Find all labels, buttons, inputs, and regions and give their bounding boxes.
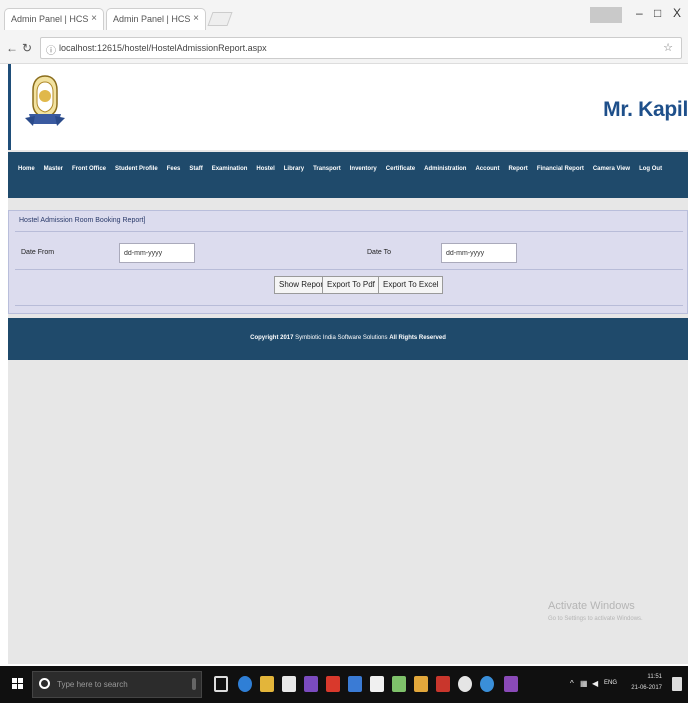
new-tab-button[interactable] bbox=[207, 12, 233, 26]
menu-item-camera-view[interactable]: Camera View bbox=[593, 166, 630, 172]
menu-item-transport[interactable]: Transport bbox=[313, 166, 341, 172]
rights-text: All Rights Reserved bbox=[389, 335, 446, 341]
report-title: Hostel Admission Room Booking Report] bbox=[19, 217, 146, 224]
report-panel: Hostel Admission Room Booking Report] Da… bbox=[8, 210, 688, 314]
main-menu: Home Master Front Office Student Profile Fee… bbox=[8, 152, 688, 198]
divider bbox=[15, 305, 683, 306]
export-pdf-button[interactable]: Export To Pdf bbox=[322, 276, 380, 294]
school-crest-logo bbox=[25, 75, 65, 126]
windows-start-icon[interactable] bbox=[12, 678, 24, 690]
tab-title: Admin Panel | HCS bbox=[11, 14, 89, 24]
action-center-icon[interactable] bbox=[672, 677, 682, 691]
url-field[interactable]: ⓘ localhost:12615/hostel/HostelAdmission… bbox=[40, 37, 682, 59]
maximize-button[interactable]: □ bbox=[654, 6, 661, 20]
divider bbox=[15, 231, 683, 232]
app-red2-icon[interactable] bbox=[436, 676, 450, 692]
divider bbox=[15, 269, 683, 270]
edge-browser-icon[interactable] bbox=[238, 676, 252, 692]
menu-item-home[interactable]: Home bbox=[18, 166, 35, 172]
menu-item-financial-report[interactable]: Financial Report bbox=[537, 166, 584, 172]
volume-icon[interactable]: ◀ bbox=[592, 679, 598, 688]
site-header: Mr. Kapil bbox=[8, 64, 688, 150]
app-purple-icon[interactable] bbox=[504, 676, 518, 692]
close-tab-icon[interactable]: × bbox=[193, 13, 199, 24]
clock-date: 21-06-2017 bbox=[631, 685, 662, 691]
profile-badge[interactable] bbox=[590, 7, 622, 23]
menu-item-library[interactable]: Library bbox=[284, 166, 304, 172]
network-icon[interactable]: ▦ bbox=[580, 679, 588, 688]
tab-title: Admin Panel | HCS bbox=[113, 14, 191, 24]
clock[interactable]: 11:51 21-06-2017 bbox=[631, 672, 662, 694]
app-green-icon[interactable] bbox=[392, 676, 406, 692]
menu-item-report[interactable]: Report bbox=[508, 166, 527, 172]
menu-items: Home Master Front Office Student Profile Fee… bbox=[18, 166, 662, 172]
back-icon[interactable]: ← bbox=[6, 41, 18, 55]
url-text: localhost:12615/hostel/HostelAdmissionRe… bbox=[59, 43, 267, 53]
date-to-label: Date To bbox=[367, 249, 391, 256]
menu-item-staff[interactable]: Staff bbox=[189, 166, 202, 172]
date-from-input[interactable] bbox=[119, 243, 195, 263]
browser-tab-2[interactable]: Admin Panel | HCS × bbox=[106, 8, 206, 30]
close-tab-icon[interactable]: × bbox=[91, 13, 97, 24]
menu-item-fees[interactable]: Fees bbox=[167, 166, 181, 172]
menu-item-student-profile[interactable]: Student Profile bbox=[115, 166, 158, 172]
watermark-title: Activate Windows bbox=[548, 600, 635, 612]
menu-item-master[interactable]: Master bbox=[44, 166, 63, 172]
cortana-icon bbox=[39, 678, 50, 689]
page-body: Mr. Kapil Home Master Front Office Student … bbox=[8, 64, 688, 664]
task-view-icon[interactable] bbox=[214, 676, 228, 692]
screen: Admin Panel | HCS × Admin Panel | HCS × … bbox=[0, 0, 688, 703]
menu-item-inventory[interactable]: Inventory bbox=[350, 166, 377, 172]
store-icon[interactable] bbox=[282, 676, 296, 692]
activate-windows-watermark: Activate Windows Go to Settings to activ… bbox=[548, 600, 643, 622]
browser-tab-1[interactable]: Admin Panel | HCS × bbox=[4, 8, 104, 30]
menu-item-log-out[interactable]: Log Out bbox=[639, 166, 662, 172]
clock-time: 11:51 bbox=[647, 674, 662, 680]
browser-tab-bar: Admin Panel | HCS × Admin Panel | HCS × … bbox=[0, 0, 688, 32]
bookmark-star-icon[interactable]: ☆ bbox=[663, 41, 673, 54]
app-blue-icon[interactable] bbox=[348, 676, 362, 692]
tray-chevron-icon[interactable]: ^ bbox=[570, 679, 574, 688]
date-to-input[interactable] bbox=[441, 243, 517, 263]
menu-item-administration[interactable]: Administration bbox=[424, 166, 466, 172]
site-footer: Copyright 2017 Symbiotic India Software … bbox=[8, 318, 688, 360]
app-globe-icon[interactable] bbox=[480, 676, 494, 692]
minimize-button[interactable]: – bbox=[636, 6, 643, 20]
company-name: Symbiotic India Software Solutions bbox=[295, 335, 388, 341]
logged-in-user-name: Mr. Kapil bbox=[603, 98, 688, 121]
microphone-icon[interactable] bbox=[192, 678, 196, 690]
close-window-button[interactable]: X bbox=[673, 6, 681, 20]
menu-item-examination[interactable]: Examination bbox=[212, 166, 248, 172]
info-icon[interactable]: ⓘ bbox=[46, 42, 56, 57]
menu-item-hostel[interactable]: Hostel bbox=[256, 166, 274, 172]
windows-taskbar: Type here to search ^ ▦ ◀ ENG 11:51 21-0… bbox=[0, 666, 688, 703]
copyright-text: Copyright 2017 Symbiotic India Software … bbox=[8, 335, 688, 341]
app-white-icon[interactable] bbox=[370, 676, 384, 692]
copyright-prefix: Copyright 2017 bbox=[250, 335, 294, 341]
menu-item-front-office[interactable]: Front Office bbox=[72, 166, 106, 172]
watermark-subtitle: Go to Settings to activate Windows. bbox=[548, 616, 643, 622]
language-indicator[interactable]: ENG bbox=[604, 680, 617, 686]
search-placeholder: Type here to search bbox=[57, 680, 128, 689]
app-orange-icon[interactable] bbox=[414, 676, 428, 692]
chrome-icon[interactable] bbox=[458, 676, 472, 692]
menu-item-certificate[interactable]: Certificate bbox=[386, 166, 415, 172]
reload-icon[interactable]: ↻ bbox=[22, 41, 32, 55]
file-explorer-icon[interactable] bbox=[260, 676, 274, 692]
browser-address-bar: ← ↻ ⓘ localhost:12615/hostel/HostelAdmis… bbox=[0, 32, 688, 64]
date-from-label: Date From bbox=[21, 249, 55, 256]
visual-studio-icon[interactable] bbox=[304, 676, 318, 692]
menu-item-account[interactable]: Account bbox=[475, 166, 499, 172]
export-excel-button[interactable]: Export To Excel bbox=[378, 276, 444, 294]
app-red-icon[interactable] bbox=[326, 676, 340, 692]
taskbar-search-input[interactable]: Type here to search bbox=[32, 671, 202, 698]
